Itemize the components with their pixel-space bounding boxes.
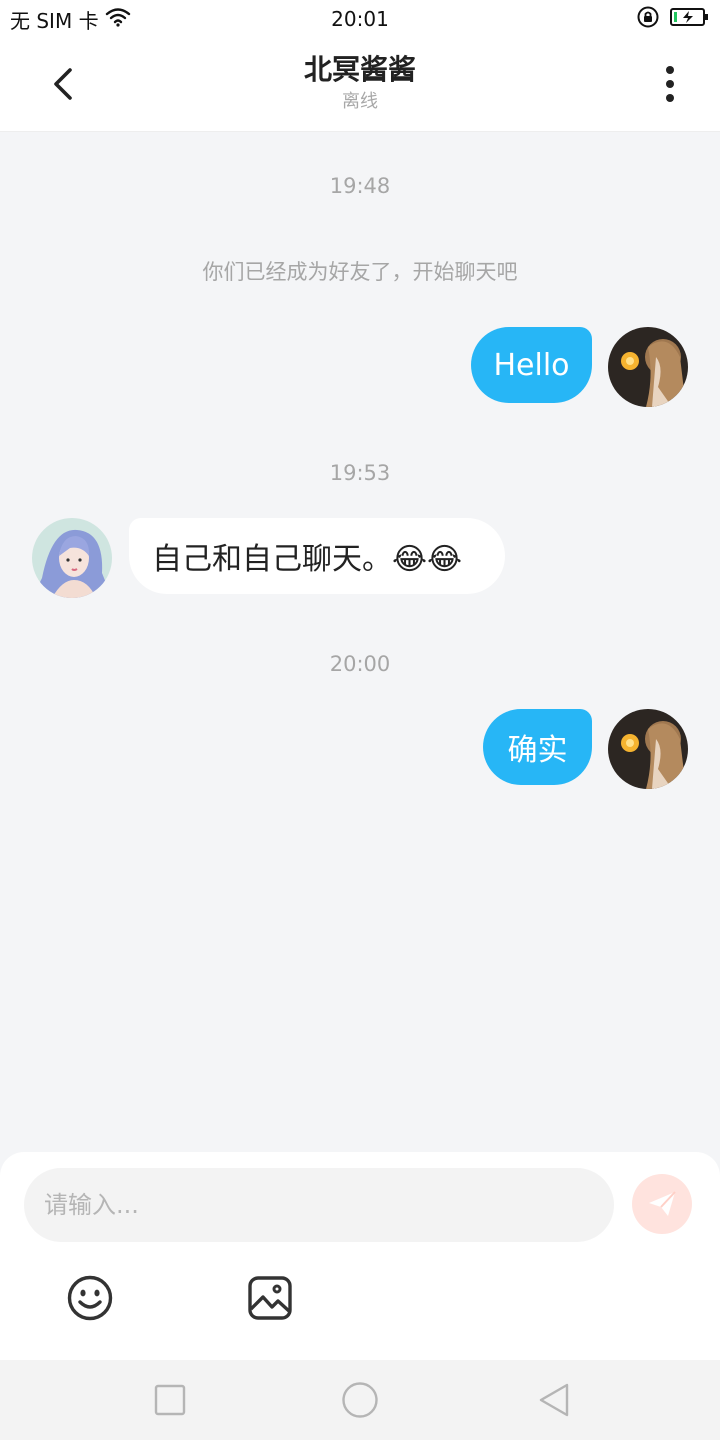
timestamp: 19:53 <box>329 461 391 485</box>
battery-charging-icon <box>670 7 710 32</box>
chat-header: 北冥酱酱 离线 <box>0 38 720 132</box>
paper-plane-icon <box>649 1191 676 1216</box>
status-bar: 无 SIM 卡 20:01 <box>0 0 720 38</box>
system-nav-bar <box>0 1360 720 1440</box>
back-chevron-icon <box>54 68 72 100</box>
circle-icon <box>342 1382 378 1418</box>
more-vertical-icon <box>666 66 674 102</box>
more-button[interactable] <box>646 60 694 108</box>
message-input[interactable] <box>24 1168 614 1242</box>
image-icon <box>248 1276 292 1320</box>
emoji-button[interactable] <box>64 1272 116 1324</box>
wifi-icon <box>105 7 131 32</box>
status-right <box>636 5 710 34</box>
contact-avatar[interactable] <box>32 518 112 598</box>
my-avatar[interactable] <box>608 327 688 407</box>
recents-button[interactable] <box>150 1380 190 1420</box>
message-text: 确实 <box>507 733 568 768</box>
image-button[interactable] <box>244 1272 296 1324</box>
message-text: 自己和自己聊天。😂😂 <box>152 542 463 577</box>
send-button[interactable] <box>632 1174 692 1234</box>
my-avatar[interactable] <box>608 709 688 789</box>
system-message: 你们已经成为好友了，开始聊天吧 <box>202 260 518 284</box>
timestamp: 19:48 <box>329 174 391 198</box>
back-button[interactable] <box>40 60 88 108</box>
received-message-bubble[interactable]: 自己和自己聊天。😂😂 <box>129 518 505 594</box>
contact-status: 离线 <box>342 91 378 112</box>
message-text: Hello <box>493 347 570 383</box>
status-left: 无 SIM 卡 <box>10 5 131 34</box>
composer-panel <box>0 1152 720 1360</box>
rotation-lock-icon <box>636 5 660 34</box>
chat-title: 北冥酱酱 <box>303 53 416 86</box>
carrier-text: 无 SIM 卡 <box>10 8 99 33</box>
sent-message-bubble[interactable]: Hello <box>471 327 592 403</box>
timestamp: 20:00 <box>329 652 391 676</box>
title-wrap: 北冥酱酱 离线 <box>160 50 560 114</box>
home-button[interactable] <box>340 1380 380 1420</box>
triangle-back-icon <box>539 1383 569 1417</box>
smiley-icon <box>67 1275 113 1321</box>
square-icon <box>154 1384 186 1416</box>
sent-message-bubble[interactable]: 确实 <box>483 709 592 785</box>
system-back-button[interactable] <box>534 1380 574 1420</box>
